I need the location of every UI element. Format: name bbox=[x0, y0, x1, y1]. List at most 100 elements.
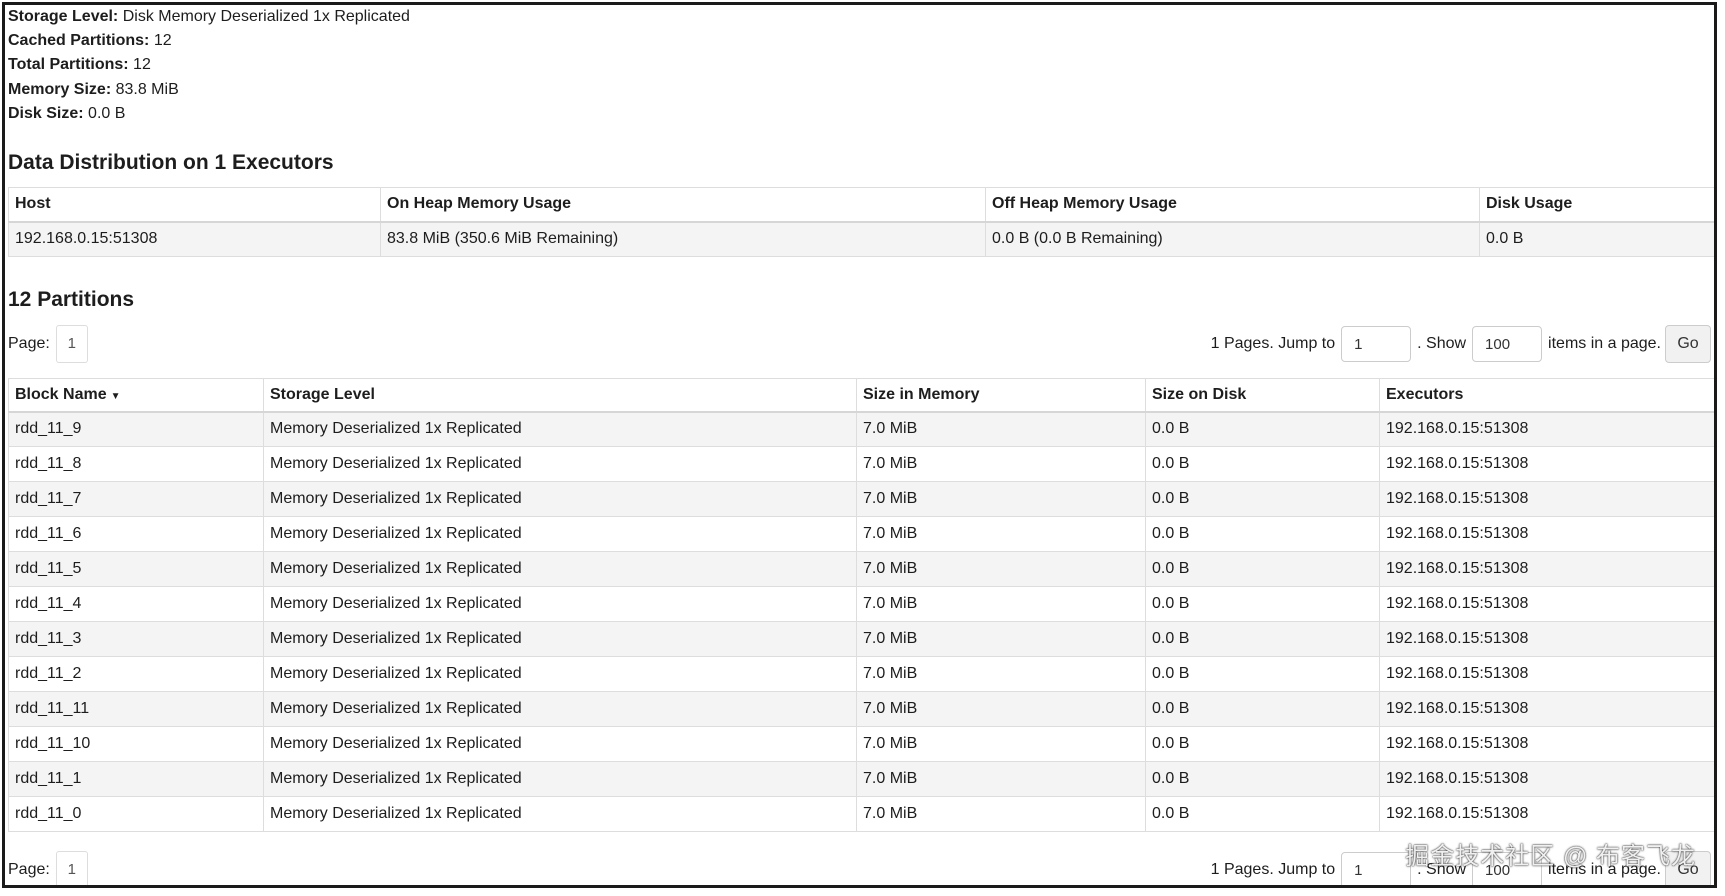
sort-descending-icon: ▼ bbox=[110, 390, 121, 402]
cell-storage-level: Memory Deserialized 1x Replicated bbox=[263, 481, 857, 517]
jump-to-page-input[interactable] bbox=[1341, 852, 1412, 885]
cell-executors: 192.168.0.15:51308 bbox=[1379, 446, 1714, 482]
cell-storage-level: Memory Deserialized 1x Replicated bbox=[263, 551, 857, 587]
cell-on-heap-usage: 83.8 MiB (350.6 MiB Remaining) bbox=[380, 221, 986, 257]
cell-executors: 192.168.0.15:51308 bbox=[1379, 621, 1714, 657]
cell-size-in-memory: 7.0 MiB bbox=[856, 726, 1146, 762]
summary-storage-level: Storage Level: Disk Memory Deserialized … bbox=[8, 8, 410, 25]
column-header-disk-usage[interactable]: Disk Usage bbox=[1479, 187, 1714, 223]
cell-size-in-memory: 7.0 MiB bbox=[856, 446, 1146, 482]
table-row: rdd_11_4 Memory Deserialized 1x Replicate… bbox=[8, 586, 1714, 622]
partitions-title: 12 Partitions bbox=[8, 288, 135, 311]
partitions-table: Block Name ▼ Storage Level Size in Memory… bbox=[8, 378, 1714, 832]
items-text: items in a page. bbox=[1548, 335, 1661, 352]
cell-executors: 192.168.0.15:51308 bbox=[1379, 656, 1714, 692]
cell-storage-level: Memory Deserialized 1x Replicated bbox=[263, 691, 857, 727]
distribution-title: Data Distribution on 1 Executors bbox=[8, 151, 334, 174]
table-row: rdd_11_2 Memory Deserialized 1x Replicate… bbox=[8, 656, 1714, 692]
page-size-input[interactable] bbox=[1472, 326, 1543, 362]
cell-size-on-disk: 0.0 B bbox=[1145, 411, 1380, 447]
table-row: 192.168.0.15:51308 83.8 MiB (350.6 MiB Re… bbox=[8, 221, 1714, 257]
cell-block-name: rdd_11_9 bbox=[8, 411, 264, 447]
table-row: rdd_11_7 Memory Deserialized 1x Replicate… bbox=[8, 481, 1714, 517]
summary-disk-size: Disk Size: 0.0 B bbox=[8, 104, 126, 122]
summary-cached-partitions: Cached Partitions: 12 bbox=[8, 32, 172, 50]
cell-block-name: rdd_11_3 bbox=[8, 621, 264, 657]
cell-block-name: rdd_11_7 bbox=[8, 481, 264, 517]
cell-executors: 192.168.0.15:51308 bbox=[1379, 586, 1714, 622]
table-row: rdd_11_6 Memory Deserialized 1x Replicate… bbox=[8, 516, 1714, 552]
cell-size-in-memory: 7.0 MiB bbox=[856, 516, 1146, 552]
cell-storage-level: Memory Deserialized 1x Replicated bbox=[263, 621, 857, 657]
column-header-size-in-memory[interactable]: Size in Memory bbox=[856, 378, 1146, 413]
partitions-header-row: Block Name ▼ Storage Level Size in Memory… bbox=[8, 378, 1714, 413]
page-link[interactable]: 1 bbox=[55, 851, 88, 885]
column-header-size-on-disk[interactable]: Size on Disk bbox=[1145, 378, 1380, 413]
cell-size-in-memory: 7.0 MiB bbox=[856, 481, 1146, 517]
show-text: . Show bbox=[1417, 335, 1467, 352]
cell-block-name: rdd_11_8 bbox=[8, 446, 264, 482]
cell-storage-level: Memory Deserialized 1x Replicated bbox=[263, 656, 857, 692]
cell-size-in-memory: 7.0 MiB bbox=[856, 621, 1146, 657]
cell-host: 192.168.0.15:51308 bbox=[8, 221, 381, 257]
summary-memory-size: Memory Size: 83.8 MiB bbox=[8, 80, 179, 98]
cell-executors: 192.168.0.15:51308 bbox=[1379, 761, 1714, 797]
table-row: rdd_11_8 Memory Deserialized 1x Replicate… bbox=[8, 446, 1714, 482]
cell-executors: 192.168.0.15:51308 bbox=[1379, 516, 1714, 552]
cell-size-on-disk: 0.0 B bbox=[1145, 516, 1380, 552]
cell-size-on-disk: 0.0 B bbox=[1145, 796, 1380, 832]
page-frame: Storage Level: Disk Memory Deserialized … bbox=[2, 2, 1717, 888]
table-row: rdd_11_9 Memory Deserialized 1x Replicate… bbox=[8, 411, 1714, 447]
storage-summary: Storage Level: Disk Memory Deserialized … bbox=[8, 5, 410, 126]
cell-storage-level: Memory Deserialized 1x Replicated bbox=[263, 761, 857, 797]
cell-block-name: rdd_11_5 bbox=[8, 551, 264, 587]
cell-size-on-disk: 0.0 B bbox=[1145, 726, 1380, 762]
page-controls-top: 1 Pages. Jump to . Show items in a page.… bbox=[1211, 325, 1711, 363]
cell-size-on-disk: 0.0 B bbox=[1145, 621, 1380, 657]
distribution-table: Host On Heap Memory Usage Off Heap Memor… bbox=[8, 187, 1714, 257]
cell-storage-level: Memory Deserialized 1x Replicated bbox=[263, 726, 857, 762]
pages-text: 1 Pages. Jump to bbox=[1210, 335, 1336, 352]
cell-block-name: rdd_11_2 bbox=[8, 656, 264, 692]
cell-size-in-memory: 7.0 MiB bbox=[856, 796, 1146, 832]
cell-storage-level: Memory Deserialized 1x Replicated bbox=[263, 411, 857, 447]
cell-size-in-memory: 7.0 MiB bbox=[856, 411, 1146, 447]
table-row: rdd_11_10 Memory Deserialized 1x Replicat… bbox=[8, 726, 1714, 762]
page-link[interactable]: 1 bbox=[55, 325, 88, 363]
table-row: rdd_11_1 Memory Deserialized 1x Replicate… bbox=[8, 761, 1714, 797]
page-label: Page: bbox=[8, 861, 50, 878]
cell-executors: 192.168.0.15:51308 bbox=[1379, 411, 1714, 447]
cell-executors: 192.168.0.15:51308 bbox=[1379, 796, 1714, 832]
cell-block-name: rdd_11_0 bbox=[8, 796, 264, 832]
summary-total-partitions: Total Partitions: 12 bbox=[8, 56, 151, 74]
column-header-host[interactable]: Host bbox=[8, 187, 381, 223]
column-header-storage-level[interactable]: Storage Level bbox=[263, 378, 857, 413]
cell-size-in-memory: 7.0 MiB bbox=[856, 691, 1146, 727]
cell-size-in-memory: 7.0 MiB bbox=[856, 586, 1146, 622]
cell-storage-level: Memory Deserialized 1x Replicated bbox=[263, 586, 857, 622]
cell-executors: 192.168.0.15:51308 bbox=[1379, 481, 1714, 517]
column-header-on-heap[interactable]: On Heap Memory Usage bbox=[380, 187, 986, 223]
cell-size-on-disk: 0.0 B bbox=[1145, 481, 1380, 517]
page-selector-bottom: Page: 1 bbox=[8, 851, 88, 885]
cell-size-in-memory: 7.0 MiB bbox=[856, 761, 1146, 797]
cell-size-on-disk: 0.0 B bbox=[1145, 586, 1380, 622]
cell-block-name: rdd_11_6 bbox=[8, 516, 264, 552]
cell-size-on-disk: 0.0 B bbox=[1145, 691, 1380, 727]
cell-executors: 192.168.0.15:51308 bbox=[1379, 691, 1714, 727]
table-row: rdd_11_0 Memory Deserialized 1x Replicate… bbox=[8, 796, 1714, 832]
column-header-executors[interactable]: Executors bbox=[1379, 378, 1714, 413]
page-label: Page: bbox=[8, 335, 50, 352]
distribution-header-row: Host On Heap Memory Usage Off Heap Memor… bbox=[8, 187, 1714, 223]
cell-executors: 192.168.0.15:51308 bbox=[1379, 726, 1714, 762]
table-row: rdd_11_11 Memory Deserialized 1x Replicat… bbox=[8, 691, 1714, 727]
column-header-block-name[interactable]: Block Name ▼ bbox=[8, 378, 264, 413]
pages-text: 1 Pages. Jump to bbox=[1210, 861, 1336, 878]
column-header-off-heap[interactable]: Off Heap Memory Usage bbox=[985, 187, 1480, 223]
cell-storage-level: Memory Deserialized 1x Replicated bbox=[263, 796, 857, 832]
cell-block-name: rdd_11_4 bbox=[8, 586, 264, 622]
go-button[interactable]: Go bbox=[1665, 325, 1711, 363]
cell-storage-level: Memory Deserialized 1x Replicated bbox=[263, 516, 857, 552]
jump-to-page-input[interactable] bbox=[1341, 326, 1412, 362]
cell-block-name: rdd_11_10 bbox=[8, 726, 264, 762]
